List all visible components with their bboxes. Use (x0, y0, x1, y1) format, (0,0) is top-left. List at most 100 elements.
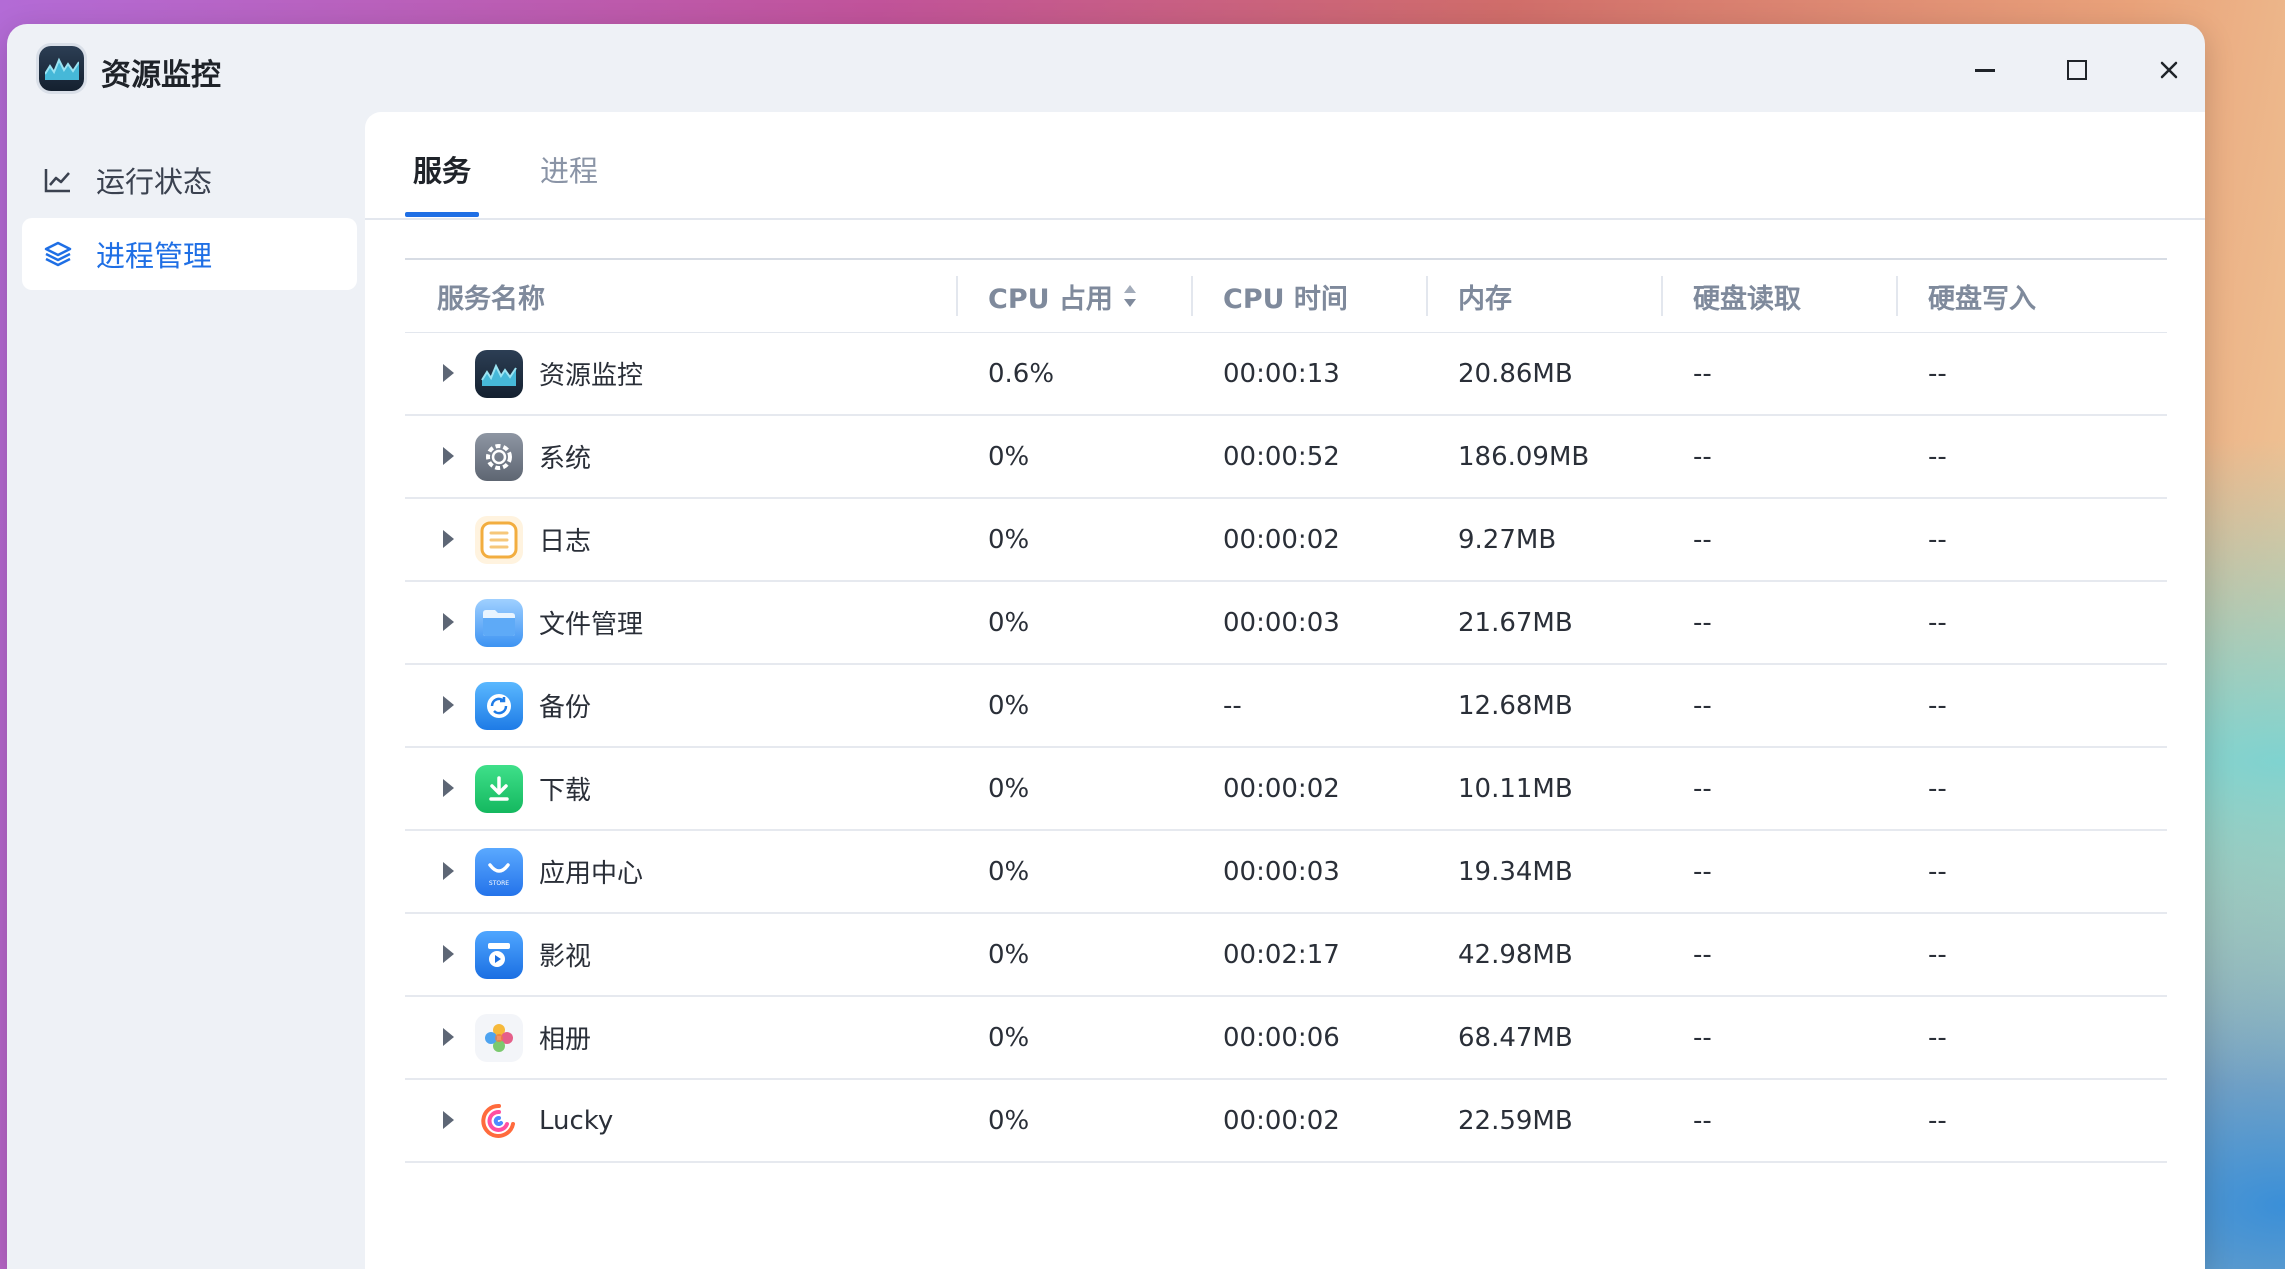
disk-read-cell: -- (1693, 1022, 1712, 1053)
service-name: 系统 (539, 444, 592, 474)
cpu-time-cell: 00:00:06 (1223, 1022, 1340, 1053)
cpu-usage-cell: 0% (988, 607, 1030, 638)
table-row[interactable]: 影视 0% 00:02:17 42.98MB -- -- (405, 914, 2167, 997)
expand-caret-icon[interactable] (443, 945, 454, 963)
table-row[interactable]: STORE 应用中心 0% 00:00:03 19.34MB -- -- (405, 831, 2167, 914)
column-header-cpu-usage[interactable]: CPU 占用 (988, 260, 1139, 332)
sidebar-item-running-status[interactable]: 运行状态 (22, 144, 357, 216)
service-name: 日志 (539, 527, 592, 557)
memory-cell: 19.34MB (1458, 856, 1573, 887)
resource-monitor-icon (39, 46, 84, 91)
minimize-icon (1975, 68, 1995, 72)
column-divider[interactable] (1896, 276, 1898, 316)
system-gear-icon (475, 433, 523, 481)
tab-processes[interactable]: 进程 (540, 148, 598, 190)
column-header-label: CPU 占用 (988, 283, 1113, 315)
table-row[interactable]: 日志 0% 00:00:02 9.27MB -- -- (405, 499, 2167, 582)
column-divider[interactable] (1191, 276, 1193, 316)
table-row[interactable]: 资源监控 0.6% 00:00:13 20.86MB -- -- (405, 333, 2167, 416)
expand-caret-icon[interactable] (443, 1028, 454, 1046)
cpu-time-cell: 00:00:03 (1223, 856, 1340, 887)
sidebar-item-label: 运行状态 (96, 165, 213, 199)
sort-icon (1123, 285, 1136, 307)
column-divider[interactable] (1426, 276, 1428, 316)
cpu-time-cell: -- (1223, 690, 1242, 721)
expand-caret-icon[interactable] (443, 364, 454, 382)
table-row[interactable]: 相册 0% 00:00:06 68.47MB -- -- (405, 997, 2167, 1080)
close-button[interactable] (2149, 50, 2189, 90)
column-header-service-name[interactable]: 服务名称 (437, 260, 545, 332)
download-icon (475, 765, 523, 813)
cpu-time-cell: 00:02:17 (1223, 939, 1340, 970)
service-name: 相册 (539, 1025, 592, 1055)
cpu-usage-cell: 0% (988, 856, 1030, 887)
cpu-time-cell: 00:00:03 (1223, 607, 1340, 638)
photos-flower-icon (475, 1014, 523, 1062)
disk-read-cell: -- (1693, 773, 1712, 804)
column-divider[interactable] (956, 276, 958, 316)
column-divider[interactable] (1661, 276, 1663, 316)
cpu-usage-cell: 0% (988, 524, 1030, 555)
disk-write-cell: -- (1928, 856, 1947, 887)
tab-bar: 服务 进程 (365, 112, 2205, 220)
disk-read-cell: -- (1693, 607, 1712, 638)
expand-caret-icon[interactable] (443, 696, 454, 714)
memory-cell: 21.67MB (1458, 607, 1573, 638)
disk-write-cell: -- (1928, 607, 1947, 638)
disk-write-cell: -- (1928, 690, 1947, 721)
disk-write-cell: -- (1928, 1022, 1947, 1053)
table-row[interactable]: 备份 0% -- 12.68MB -- -- (405, 665, 2167, 748)
log-list-icon (475, 516, 523, 564)
disk-write-cell: -- (1928, 524, 1947, 555)
minimize-button[interactable] (1965, 50, 2005, 90)
layers-icon (42, 238, 74, 270)
tab-services[interactable]: 服务 (413, 148, 471, 190)
memory-cell: 22.59MB (1458, 1105, 1573, 1136)
cpu-time-cell: 00:00:02 (1223, 773, 1340, 804)
lucky-swirl-icon (475, 1097, 523, 1145)
expand-caret-icon[interactable] (443, 613, 454, 631)
column-header-disk-write[interactable]: 硬盘写入 (1928, 260, 2036, 332)
table-body: 资源监控 0.6% 00:00:13 20.86MB -- -- 系统 0% 00:00:52 1… (405, 333, 2167, 1163)
disk-write-cell: -- (1928, 773, 1947, 804)
disk-read-cell: -- (1693, 1105, 1712, 1136)
expand-caret-icon[interactable] (443, 779, 454, 797)
expand-caret-icon[interactable] (443, 447, 454, 465)
disk-write-cell: -- (1928, 1105, 1947, 1136)
disk-read-cell: -- (1693, 358, 1712, 389)
cpu-usage-cell: 0% (988, 690, 1030, 721)
cpu-usage-cell: 0% (988, 1105, 1030, 1136)
disk-read-cell: -- (1693, 856, 1712, 887)
cpu-usage-cell: 0% (988, 773, 1030, 804)
cpu-time-cell: 00:00:02 (1223, 1105, 1340, 1136)
disk-read-cell: -- (1693, 690, 1712, 721)
service-name: 文件管理 (539, 610, 644, 640)
memory-cell: 20.86MB (1458, 358, 1573, 389)
memory-cell: 12.68MB (1458, 690, 1573, 721)
column-header-cpu-time[interactable]: CPU 时间 (1223, 260, 1348, 332)
expand-caret-icon[interactable] (443, 1111, 454, 1129)
sidebar: 运行状态 进程管理 (22, 144, 357, 292)
maximize-button[interactable] (2057, 50, 2097, 90)
disk-write-cell: -- (1928, 939, 1947, 970)
table-row[interactable]: Lucky 0% 00:00:02 22.59MB -- -- (405, 1080, 2167, 1163)
column-header-memory[interactable]: 内存 (1458, 260, 1512, 332)
service-name: 下载 (539, 776, 592, 806)
table-row[interactable]: 下载 0% 00:00:02 10.11MB -- -- (405, 748, 2167, 831)
sidebar-item-process-management[interactable]: 进程管理 (22, 218, 357, 290)
column-header-disk-read[interactable]: 硬盘读取 (1693, 260, 1801, 332)
expand-caret-icon[interactable] (443, 862, 454, 880)
services-table: 服务名称 CPU 占用 CPU 时间 内存 硬盘读取 硬盘写入 资源监控 0.6… (405, 258, 2167, 1163)
memory-cell: 9.27MB (1458, 524, 1557, 555)
table-row[interactable]: 系统 0% 00:00:52 186.09MB -- -- (405, 416, 2167, 499)
service-name: 影视 (539, 942, 592, 972)
table-row[interactable]: 文件管理 0% 00:00:03 21.67MB -- -- (405, 582, 2167, 665)
expand-caret-icon[interactable] (443, 530, 454, 548)
app-window: 资源监控 运行状态 进程管理 服务 进程 服务名称 CPU 占用 CPU 时间 … (7, 24, 2205, 1269)
title-bar[interactable]: 资源监控 (7, 24, 2205, 112)
line-chart-icon (42, 164, 74, 196)
cpu-usage-cell: 0% (988, 441, 1030, 472)
main-content: 服务 进程 服务名称 CPU 占用 CPU 时间 内存 硬盘读取 硬盘写入 资源… (365, 112, 2205, 1269)
backup-sync-icon (475, 682, 523, 730)
video-icon (475, 931, 523, 979)
